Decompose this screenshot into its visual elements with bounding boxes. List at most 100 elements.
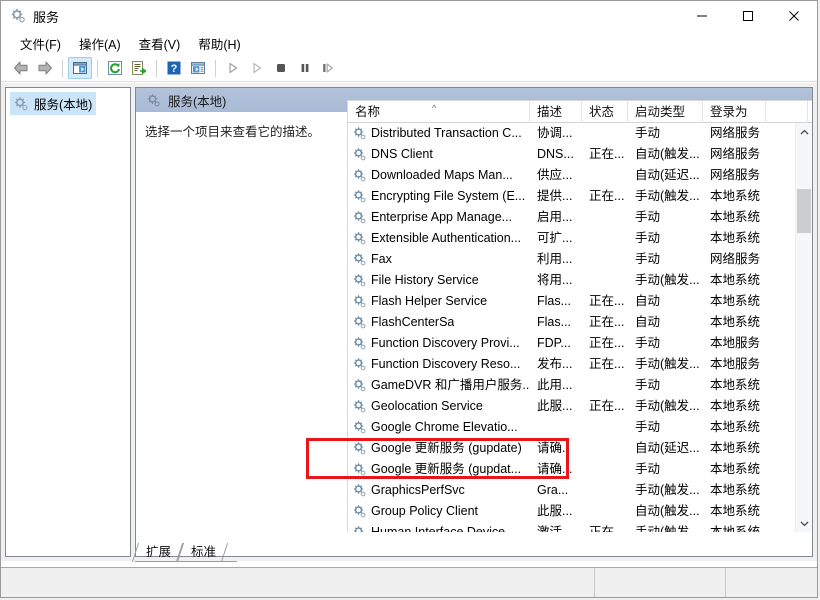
scroll-down-button[interactable] bbox=[796, 515, 812, 532]
cell-name: GraphicsPerfSvc bbox=[348, 480, 530, 501]
stop-service-button[interactable] bbox=[269, 57, 293, 79]
service-name-label: Geolocation Service bbox=[371, 399, 483, 413]
vertical-scrollbar[interactable] bbox=[795, 123, 812, 532]
view-tab-strip: 扩展 标准 bbox=[135, 542, 225, 562]
cell-name: Extensible Authentication... bbox=[348, 228, 530, 249]
forward-button[interactable] bbox=[33, 57, 57, 79]
table-row[interactable]: Google 更新服务 (gupdate) 请确.. 自动(延迟... 本地系统 bbox=[348, 438, 796, 459]
cell-name: DNS Client bbox=[348, 144, 530, 165]
scrollbar-thumb[interactable] bbox=[797, 189, 811, 233]
show-action-pane-button[interactable] bbox=[186, 57, 210, 79]
menu-action[interactable]: 操作(A) bbox=[70, 32, 130, 55]
restart-service-button[interactable] bbox=[317, 57, 341, 79]
table-row[interactable]: Distributed Transaction C... 协调... 手动 网络服务 bbox=[348, 123, 796, 144]
services-gear-icon bbox=[10, 8, 26, 24]
column-startup-type[interactable]: 启动类型 bbox=[628, 101, 703, 123]
table-row[interactable]: Geolocation Service 此服... 正在... 手动(触发... 本地系… bbox=[348, 396, 796, 417]
table-row[interactable]: DNS Client DNS... 正在... 自动(触发... 网络服务 bbox=[348, 144, 796, 165]
cell-name: Function Discovery Provi... bbox=[348, 333, 530, 354]
table-row[interactable]: GraphicsPerfSvc Gra... 手动(触发... 本地系统 bbox=[348, 480, 796, 501]
cell-startup-type: 手动(触发... bbox=[635, 273, 700, 287]
table-row[interactable]: Function Discovery Reso... 发布... 正在... 手动(触… bbox=[348, 354, 796, 375]
table-row[interactable]: Human Interface Device 激活... 正在... 手动(触发...… bbox=[348, 522, 796, 532]
cell-startup-type: 手动 bbox=[635, 462, 661, 476]
back-button[interactable] bbox=[9, 57, 33, 79]
menu-view[interactable]: 查看(V) bbox=[130, 32, 190, 55]
service-name-label: Google Chrome Elevatio... bbox=[371, 420, 518, 434]
column-log-on-as[interactable]: 登录为 bbox=[703, 101, 766, 123]
service-gear-icon bbox=[352, 315, 367, 330]
services-window: 服务 文件(F) 操作(A) 查看(V) 帮助(H) ? 服务(本地) 服务(本… bbox=[0, 0, 818, 598]
cell-description: 请确... bbox=[537, 462, 573, 476]
table-row[interactable]: Function Discovery Provi... FDP... 正在... 手动… bbox=[348, 333, 796, 354]
cell-status bbox=[582, 438, 628, 459]
column-header-label: 状态 bbox=[589, 105, 615, 119]
menu-help[interactable]: 帮助(H) bbox=[189, 32, 249, 55]
cell-description: 利用... bbox=[537, 252, 573, 266]
console-tree-pane: 服务(本地) bbox=[5, 87, 131, 557]
tab-standard[interactable]: 标准 bbox=[180, 543, 225, 562]
cell-startup-type: 自动(触发... bbox=[635, 504, 700, 518]
cell-startup-type: 手动 bbox=[635, 420, 661, 434]
scroll-up-button[interactable] bbox=[796, 123, 812, 140]
cell-status bbox=[582, 123, 628, 144]
service-name-label: File History Service bbox=[371, 273, 479, 287]
cell-startup-type: 手动 bbox=[635, 210, 661, 224]
cell-description: Flas... bbox=[537, 315, 572, 329]
resume-service-button[interactable] bbox=[245, 57, 269, 79]
toolbar: ? bbox=[1, 55, 817, 82]
help-button[interactable]: ? bbox=[162, 57, 186, 79]
export-list-button[interactable] bbox=[127, 57, 151, 79]
table-row[interactable]: FlashCenterSa Flas... 正在... 自动 本地系统 bbox=[348, 312, 796, 333]
main-body: 服务(本地) 服务(本地) 选择一个项目来查看它的描述。 名称 ^ 描述 状态 … bbox=[1, 83, 817, 562]
column-status[interactable]: 状态 bbox=[582, 101, 628, 123]
table-row[interactable]: Fax 利用... 手动 网络服务 bbox=[348, 249, 796, 270]
cell-log-on-as: 本地系统 bbox=[710, 231, 761, 245]
cell-status bbox=[582, 165, 628, 186]
minimize-button[interactable] bbox=[679, 1, 725, 31]
close-button[interactable] bbox=[771, 1, 817, 31]
tree-node-services-local[interactable]: 服务(本地) bbox=[10, 92, 97, 115]
table-row[interactable]: Google Chrome Elevatio... 手动 本地系统 bbox=[348, 417, 796, 438]
table-row[interactable]: Downloaded Maps Man... 供应... 自动(延迟... 网络服务 bbox=[348, 165, 796, 186]
cell-status bbox=[582, 375, 628, 396]
cell-startup-type: 手动 bbox=[635, 126, 661, 140]
toolbar-separator bbox=[97, 59, 98, 77]
cell-description: FDP... bbox=[537, 336, 571, 350]
cell-status: 正在... bbox=[589, 357, 625, 371]
cell-log-on-as: 本地系统 bbox=[710, 504, 761, 518]
pause-service-button[interactable] bbox=[293, 57, 317, 79]
svg-text:?: ? bbox=[171, 63, 178, 75]
cell-log-on-as: 本地系统 bbox=[710, 189, 761, 203]
table-row[interactable]: File History Service 将用... 手动(触发... 本地系统 bbox=[348, 270, 796, 291]
service-name-label: Function Discovery Reso... bbox=[371, 357, 521, 371]
table-row[interactable]: Encrypting File System (E... 提供... 正在... 手动… bbox=[348, 186, 796, 207]
list-rows: Distributed Transaction C... 协调... 手动 网络服务 D… bbox=[348, 123, 796, 532]
cell-name: Function Discovery Reso... bbox=[348, 354, 530, 375]
service-name-label: Extensible Authentication... bbox=[371, 231, 522, 245]
table-row[interactable]: Enterprise App Manage... 启用... 手动 本地系统 bbox=[348, 207, 796, 228]
status-cell-1 bbox=[1, 568, 595, 597]
maximize-button[interactable] bbox=[725, 1, 771, 31]
cell-description: 可扩... bbox=[537, 231, 573, 245]
table-row[interactable]: Group Policy Client 此服... 自动(触发... 本地系统 bbox=[348, 501, 796, 522]
service-name-label: Fax bbox=[371, 252, 392, 266]
column-filler[interactable] bbox=[766, 101, 808, 123]
cell-log-on-as: 本地系统 bbox=[710, 483, 761, 497]
cell-log-on-as: 网络服务 bbox=[710, 126, 761, 140]
column-description[interactable]: 描述 bbox=[530, 101, 582, 123]
status-cell-3 bbox=[726, 568, 817, 597]
column-name[interactable]: 名称 ^ bbox=[348, 101, 530, 123]
menu-file[interactable]: 文件(F) bbox=[11, 32, 70, 55]
cell-name: FlashCenterSa bbox=[348, 312, 530, 333]
tab-extended[interactable]: 扩展 bbox=[135, 543, 180, 562]
table-row[interactable]: Extensible Authentication... 可扩... 手动 本地系统 bbox=[348, 228, 796, 249]
table-row[interactable]: GameDVR 和广播用户服务... 此用... 手动 本地系统 bbox=[348, 375, 796, 396]
table-row[interactable]: Google 更新服务 (gupdat... 请确... 手动 本地系统 bbox=[348, 459, 796, 480]
start-service-button[interactable] bbox=[221, 57, 245, 79]
show-hide-tree-button[interactable] bbox=[68, 57, 92, 79]
cell-status bbox=[582, 417, 628, 438]
table-row[interactable]: Flash Helper Service Flas... 正在... 自动 本地系统 bbox=[348, 291, 796, 312]
refresh-button[interactable] bbox=[103, 57, 127, 79]
cell-log-on-as: 本地系统 bbox=[710, 399, 761, 413]
